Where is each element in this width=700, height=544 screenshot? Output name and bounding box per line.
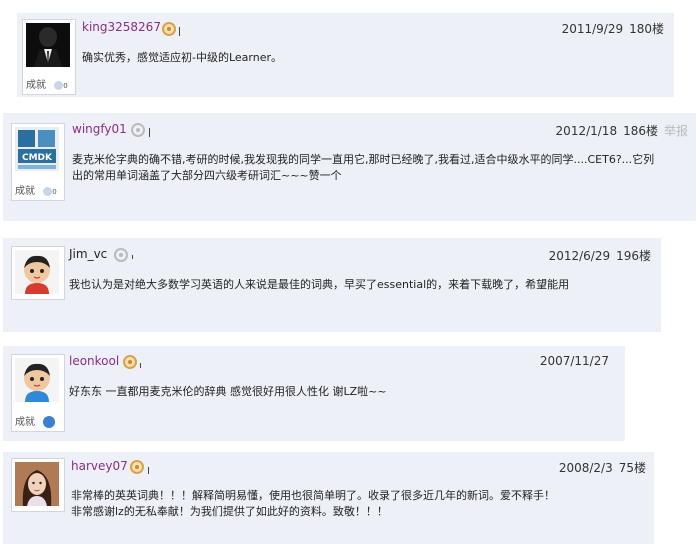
avatar-image: CMDK [15,127,59,171]
achievement-label: 成就 0 [15,186,57,197]
avatar[interactable] [15,250,59,294]
divider [140,363,141,368]
post-content: 非常棒的英英词典！！！解释简明易懂，使用也很简单明了。收录了很多近几年的新词。爱… [71,488,651,520]
post-meta: 2011/9/29 180楼 [556,20,664,37]
avatar-image [26,23,70,67]
avatar[interactable] [26,23,70,67]
avatar-image [15,462,59,506]
post-date: 2012/1/18 [555,124,618,138]
post-content: 好东东 一直都用麦克米伦的辞典 感觉很好用很人性化 谢LZ啦~~ [69,385,387,398]
post-4: 成就 leonkool 2007/11/27 好东东 一直都用麦克米伦的辞典 感… [3,346,625,441]
achievement-badge-icon [43,416,56,428]
post-date: 2008/2/3 [558,461,613,475]
post-content-line: 非常感谢lz的无私奉献！为我们提供了如此好的资料。致敬！！！ [71,505,388,518]
achievement-badge-icon [43,186,53,196]
user-card [11,458,65,512]
achievement-label: 成就 0 [26,80,68,91]
divider [149,128,150,137]
post-content: 我也认为是对绝大多数学习英语的人来说是最佳的词典，早买了essential的，来… [69,278,570,291]
post-floor: 75楼 [618,461,646,475]
avatar[interactable]: CMDK [15,127,59,171]
achievement-badge-icon [54,80,64,90]
post-content-line: 麦克米伦字典的确不错,考研的时候,我发现我的同学一直用它,那时已经晚了,我看过,… [72,153,655,166]
post-meta: 2012/1/18 186楼 举报 [550,122,688,139]
user-card: CMDK 成就 0 [11,123,65,201]
post-meta: 2007/11/27 [534,354,609,368]
post-date: 2011/9/29 [561,22,624,36]
post-2: CMDK 成就 0 wingfy01 2012/1/18 186楼 举报 麦克米伦字… [3,113,696,221]
user-card: 成就 [11,354,65,432]
user-card [11,246,65,300]
post-floor: 186楼 [623,124,658,138]
username[interactable]: Jim_vc [69,247,107,261]
username[interactable]: leonkool [69,354,119,368]
post-meta: 2012/6/29 196楼 [543,247,651,264]
user-card: 成就 0 [22,19,76,95]
post-5: harvey07 2008/2/3 75楼 非常棒的英英词典！！！解释简明易懂，使… [3,452,654,544]
divider [148,467,149,474]
post-1: 成就 0 king3258267 2011/9/29 180楼 确实优秀，感觉适应… [17,13,674,97]
avatar[interactable] [15,358,59,402]
username[interactable]: wingfy01 [72,122,127,136]
avatar[interactable] [15,462,59,506]
post-content-line: 出的常用单词涵盖了大部分四六级考研词汇~~~赞一个 [72,169,342,182]
svg-text:CMDK: CMDK [22,153,53,163]
achievement-label: 成就 [15,413,56,428]
username[interactable]: king3258267 [82,20,161,34]
post-date: 2012/6/29 [548,249,611,263]
post-content-line: 非常棒的英英词典！！！解释简明易懂，使用也很简单明了。收录了很多近几年的新词。爱… [71,489,555,502]
divider [179,27,180,36]
level-icon [114,248,128,262]
level-icon [123,355,137,369]
post-floor: 180楼 [629,22,664,36]
post-content: 麦克米伦字典的确不错,考研的时候,我发现我的同学一直用它,那时已经晚了,我看过,… [72,152,692,184]
avatar-image [15,250,59,294]
level-icon [130,460,144,474]
post-floor: 196楼 [616,249,651,263]
level-icon [131,123,145,137]
post-content: 确实优秀，感觉适应初-中级的Learner。 [82,51,283,64]
divider [132,255,133,259]
avatar-image [15,358,59,402]
post-date: 2007/11/27 [539,354,609,368]
username[interactable]: harvey07 [71,459,128,473]
post-meta: 2008/2/3 75楼 [553,459,646,476]
post-3: Jim_vc 2012/6/29 196楼 我也认为是对绝大多数学习英语的人来说是… [3,238,661,332]
report-link[interactable]: 举报 [664,124,688,138]
level-icon [162,22,176,36]
